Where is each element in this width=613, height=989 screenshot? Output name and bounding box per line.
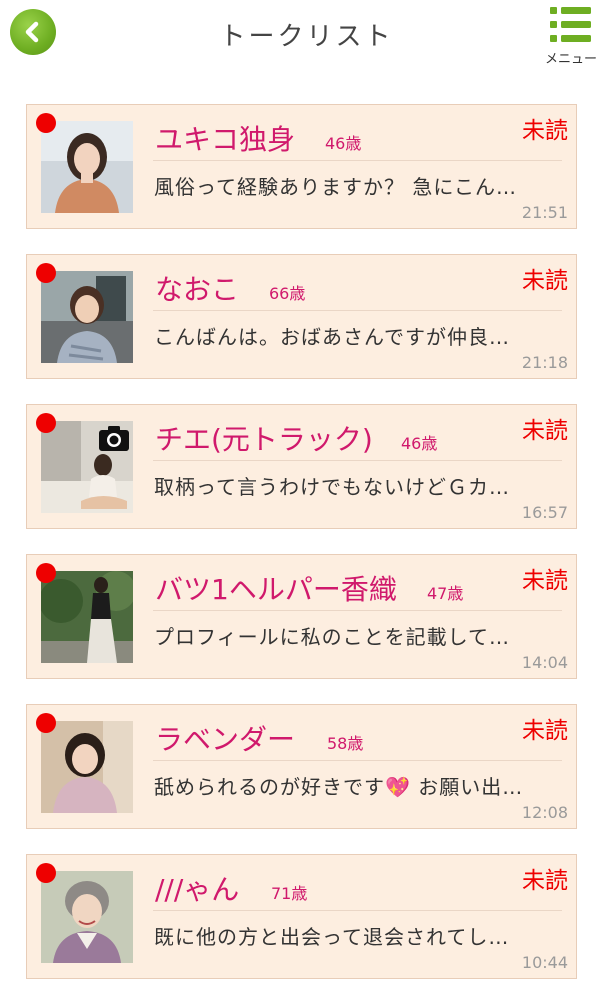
- message-preview: こんばんは。おばあさんですが仲良…: [154, 325, 510, 349]
- avatar[interactable]: [41, 721, 133, 813]
- user-age: 47歳: [427, 584, 464, 603]
- user-age: 66歳: [269, 284, 306, 303]
- divider: [153, 760, 562, 761]
- avatar[interactable]: [41, 871, 133, 963]
- message-time: 21:51: [521, 203, 568, 222]
- menu-button[interactable]: メニュー: [541, 6, 601, 67]
- unread-status: 未読: [522, 868, 568, 894]
- message-time: 16:57: [521, 503, 568, 522]
- user-age: 71歳: [271, 884, 308, 903]
- talk-item[interactable]: ラベンダー 58歳 未読 舐められるのが好きです💖 お願い出… 12:08: [26, 704, 577, 829]
- user-age: 58歳: [327, 734, 364, 753]
- camera-icon: [99, 426, 129, 451]
- talk-item[interactable]: ///ゃん 71歳 未読 既に他の方と出会って退会されてし… 10:44: [26, 854, 577, 979]
- user-age: 46歳: [325, 134, 362, 153]
- user-name: バツ1ヘルパー香織: [155, 573, 397, 606]
- unread-dot: [36, 863, 56, 883]
- avatar[interactable]: [41, 271, 133, 363]
- menu-label: メニュー: [544, 52, 597, 67]
- message-time: 14:04: [521, 653, 568, 672]
- divider: [153, 160, 562, 161]
- user-name: ラベンダー: [155, 723, 296, 756]
- message-preview: 既に他の方と出会って退会されてし…: [154, 925, 510, 949]
- talk-list: ユキコ独身 46歳 未読 風俗って経験ありますか？ 急にこん… 21:51 なお…: [26, 104, 577, 979]
- unread-status: 未読: [522, 568, 568, 594]
- message-time: 10:44: [521, 953, 568, 972]
- divider: [153, 310, 562, 311]
- header-bar: トークリスト メニュー: [0, 0, 613, 70]
- unread-dot: [36, 563, 56, 583]
- divider: [153, 610, 562, 611]
- user-name: ユキコ独身: [155, 123, 296, 156]
- message-preview: プロフィールに私のことを記載して…: [154, 625, 510, 649]
- avatar[interactable]: [41, 121, 133, 213]
- divider: [153, 460, 562, 461]
- unread-dot: [36, 113, 56, 133]
- message-time: 12:08: [521, 803, 568, 822]
- user-name: なおこ: [155, 273, 240, 306]
- unread-dot: [36, 713, 56, 733]
- unread-status: 未読: [522, 118, 568, 144]
- user-name: チエ(元トラック): [155, 423, 373, 456]
- user-age: 46歳: [401, 434, 438, 453]
- message-preview: 取柄って言うわけでもないけどＧカ…: [154, 475, 510, 499]
- talk-item[interactable]: チエ(元トラック) 46歳 未読 取柄って言うわけでもないけどＧカ… 16:57: [26, 404, 577, 529]
- message-time: 21:18: [521, 353, 568, 372]
- unread-status: 未読: [522, 418, 568, 444]
- talk-item[interactable]: ユキコ独身 46歳 未読 風俗って経験ありますか？ 急にこん… 21:51: [26, 104, 577, 229]
- message-preview: 風俗って経験ありますか？ 急にこん…: [154, 175, 517, 199]
- user-name: ///ゃん: [155, 873, 240, 906]
- unread-status: 未読: [522, 268, 568, 294]
- talk-item[interactable]: なおこ 66歳 未読 こんばんは。おばあさんですが仲良… 21:18: [26, 254, 577, 379]
- list-menu-icon: [550, 7, 591, 42]
- page-title: トークリスト: [219, 22, 394, 52]
- talk-item[interactable]: バツ1ヘルパー香織 47歳 未読 プロフィールに私のことを記載して… 14:04: [26, 554, 577, 679]
- message-preview: 舐められるのが好きです💖 お願い出…: [154, 775, 524, 799]
- unread-dot: [36, 413, 56, 433]
- unread-dot: [36, 263, 56, 283]
- unread-status: 未読: [522, 718, 568, 744]
- divider: [153, 910, 562, 911]
- avatar[interactable]: [41, 571, 133, 663]
